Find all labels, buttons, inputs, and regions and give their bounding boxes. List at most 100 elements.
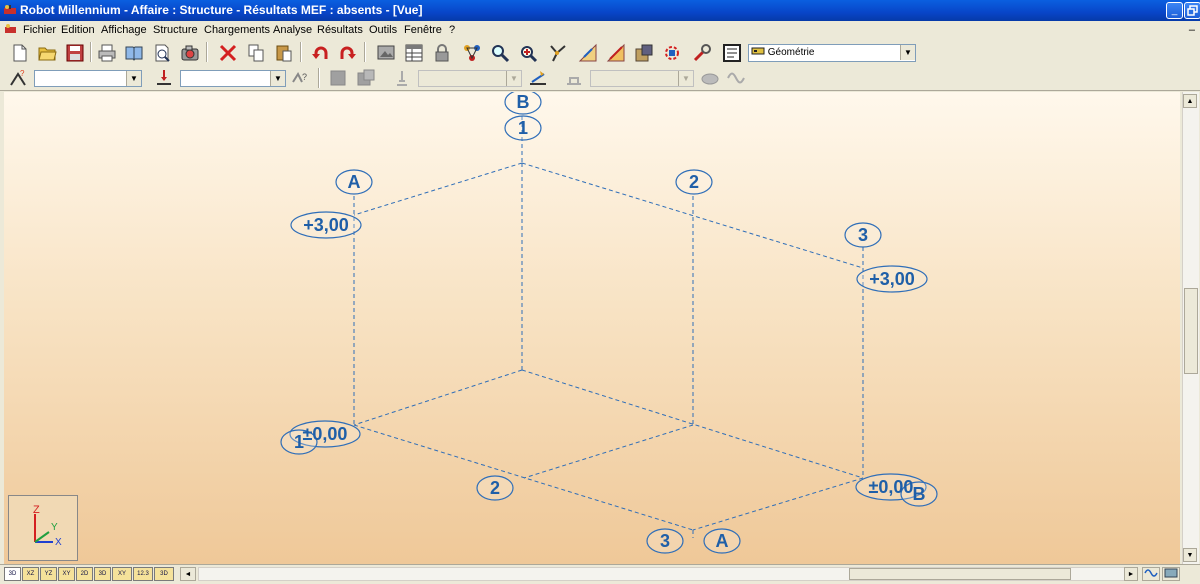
redo-button[interactable] <box>336 41 360 65</box>
robot-app-icon <box>4 5 16 14</box>
undo-icon <box>312 46 328 59</box>
menu-edition[interactable]: Edition <box>61 24 95 36</box>
axis-indicator: Z Y X <box>8 495 78 561</box>
view-mode-button-1[interactable] <box>1142 567 1160 581</box>
view-tab-xy[interactable]: XY <box>58 567 75 581</box>
save-icon <box>66 44 84 62</box>
menu-outils[interactable]: Outils <box>369 24 397 36</box>
panel-combo[interactable]: ▼ <box>590 70 694 87</box>
layout-selector[interactable]: Géométrie ▼ <box>748 44 916 62</box>
bar-combo[interactable]: ▼ <box>418 70 522 87</box>
view-tab-numeric[interactable]: 12.3 <box>133 567 153 581</box>
zoom-button[interactable] <box>488 41 512 65</box>
view-tab-3d[interactable]: 3D <box>4 567 21 581</box>
copy-button[interactable] <box>244 41 268 65</box>
open-button[interactable] <box>35 41 59 65</box>
node-select-button[interactable]: ? <box>6 66 30 90</box>
scroll-down-button[interactable]: ▼ <box>1183 548 1197 562</box>
toolbar-separator <box>364 42 366 62</box>
screen-capture-button[interactable] <box>178 41 202 65</box>
scroll-up-button[interactable]: ▲ <box>1183 94 1197 108</box>
restore-icon <box>1187 5 1198 16</box>
panel-select-button[interactable] <box>562 66 586 90</box>
menu-resultats[interactable]: Résultats <box>317 24 363 36</box>
grid-label-a-left: A <box>348 172 361 192</box>
document-icon[interactable] <box>4 23 17 36</box>
bars-button[interactable] <box>326 66 350 90</box>
case-combo[interactable]: ▼ <box>180 70 286 87</box>
vertical-scrollbar[interactable]: ▲ ▼ <box>1182 92 1199 564</box>
toolbar-separator <box>90 42 92 62</box>
paste-icon <box>276 45 292 62</box>
save-button[interactable] <box>63 41 87 65</box>
menu-affichage[interactable]: Affichage <box>101 24 147 36</box>
vertical-scroll-thumb[interactable] <box>1184 288 1198 374</box>
maximize-button[interactable] <box>1184 2 1200 19</box>
menu-bar: Fichier Edition Affichage Structure Char… <box>0 21 1200 39</box>
shell-button[interactable] <box>698 66 722 90</box>
case-select-button[interactable] <box>152 66 176 90</box>
chevron-down-icon[interactable]: ▼ <box>270 71 285 86</box>
scroll-right-button[interactable]: ► <box>1124 567 1138 581</box>
view-tab-xy-alt[interactable]: XY <box>112 567 132 581</box>
print-preview-button[interactable] <box>122 41 146 65</box>
mode-help-button[interactable]: ? <box>288 66 312 90</box>
curve-button[interactable] <box>724 66 748 90</box>
book-icon <box>125 46 143 61</box>
materials-button[interactable] <box>632 41 656 65</box>
menu-structure[interactable]: Structure <box>153 24 198 36</box>
paste-button[interactable] <box>272 41 296 65</box>
chevron-down-icon[interactable]: ▼ <box>506 71 521 86</box>
menu-fenetre[interactable]: Fenêtre <box>404 24 442 36</box>
new-file-button[interactable] <box>8 41 32 65</box>
menu-fichier[interactable]: Fichier <box>23 24 56 36</box>
undo-button[interactable] <box>308 41 332 65</box>
loads-button[interactable] <box>526 66 550 90</box>
delete-button[interactable] <box>216 41 240 65</box>
print-button[interactable] <box>95 41 119 65</box>
chevron-down-icon[interactable]: ▼ <box>678 71 693 86</box>
zoom-window-button[interactable] <box>516 41 540 65</box>
view-mode-button-2[interactable] <box>1162 567 1180 581</box>
minimize-button[interactable]: _ <box>1166 2 1183 19</box>
chevron-down-icon[interactable]: ▼ <box>126 71 141 86</box>
node-combo[interactable]: ▼ <box>34 70 142 87</box>
nodes-icon <box>464 45 480 61</box>
menu-help[interactable]: ? <box>449 24 455 36</box>
chevron-down-icon[interactable]: ▼ <box>900 45 915 60</box>
menu-analyse[interactable]: Analyse <box>273 24 312 36</box>
tabs-scroll-left-button[interactable]: ◄ <box>180 567 196 581</box>
section-button[interactable] <box>604 41 628 65</box>
layout-value: Géométrie <box>767 47 815 58</box>
view-tab-3d-alt[interactable]: 3D <box>94 567 111 581</box>
view-tab-xz[interactable]: XZ <box>22 567 39 581</box>
lock-button[interactable] <box>430 41 454 65</box>
display-mode-icon <box>1164 568 1178 578</box>
nodes-button[interactable] <box>460 41 484 65</box>
grid-label-1-bottom: 1 <box>294 432 304 452</box>
view-tab-3d-extra[interactable]: 3D <box>154 567 174 581</box>
display-button[interactable] <box>374 41 398 65</box>
view-tab-yz[interactable]: YZ <box>40 567 57 581</box>
panels-button[interactable] <box>354 66 378 90</box>
mdi-minimize-button[interactable]: – <box>1189 24 1195 36</box>
structure-view-button[interactable] <box>660 41 684 65</box>
zoom-preview-button[interactable] <box>150 41 174 65</box>
selection-toolbar: ? ▼ ▼ ? ▼ ▼ <box>0 66 1200 91</box>
horizontal-scroll-thumb[interactable] <box>849 568 1071 580</box>
level-label-top-left: +3,00 <box>303 215 349 235</box>
properties-icon <box>578 43 597 62</box>
select-button[interactable] <box>546 41 570 65</box>
structure-icon <box>665 46 679 60</box>
grid-label-2-bottom: 2 <box>490 478 500 498</box>
properties-button[interactable] <box>576 41 600 65</box>
menu-chargements[interactable]: Chargements <box>204 24 270 36</box>
tables-button[interactable] <box>402 41 426 65</box>
structure-view-canvas[interactable]: B 1 A 2 3 +3,00 +3,00 ±0,00 1 ±0,00 B 2 … <box>4 92 1180 564</box>
tools-button[interactable] <box>690 41 714 65</box>
title-bar: Robot Millennium - Affaire : Structure -… <box>0 0 1200 21</box>
support-button[interactable] <box>390 66 414 90</box>
report-button[interactable] <box>720 41 744 65</box>
horizontal-scrollbar[interactable] <box>198 567 1136 581</box>
view-tab-2d[interactable]: 2D <box>76 567 93 581</box>
